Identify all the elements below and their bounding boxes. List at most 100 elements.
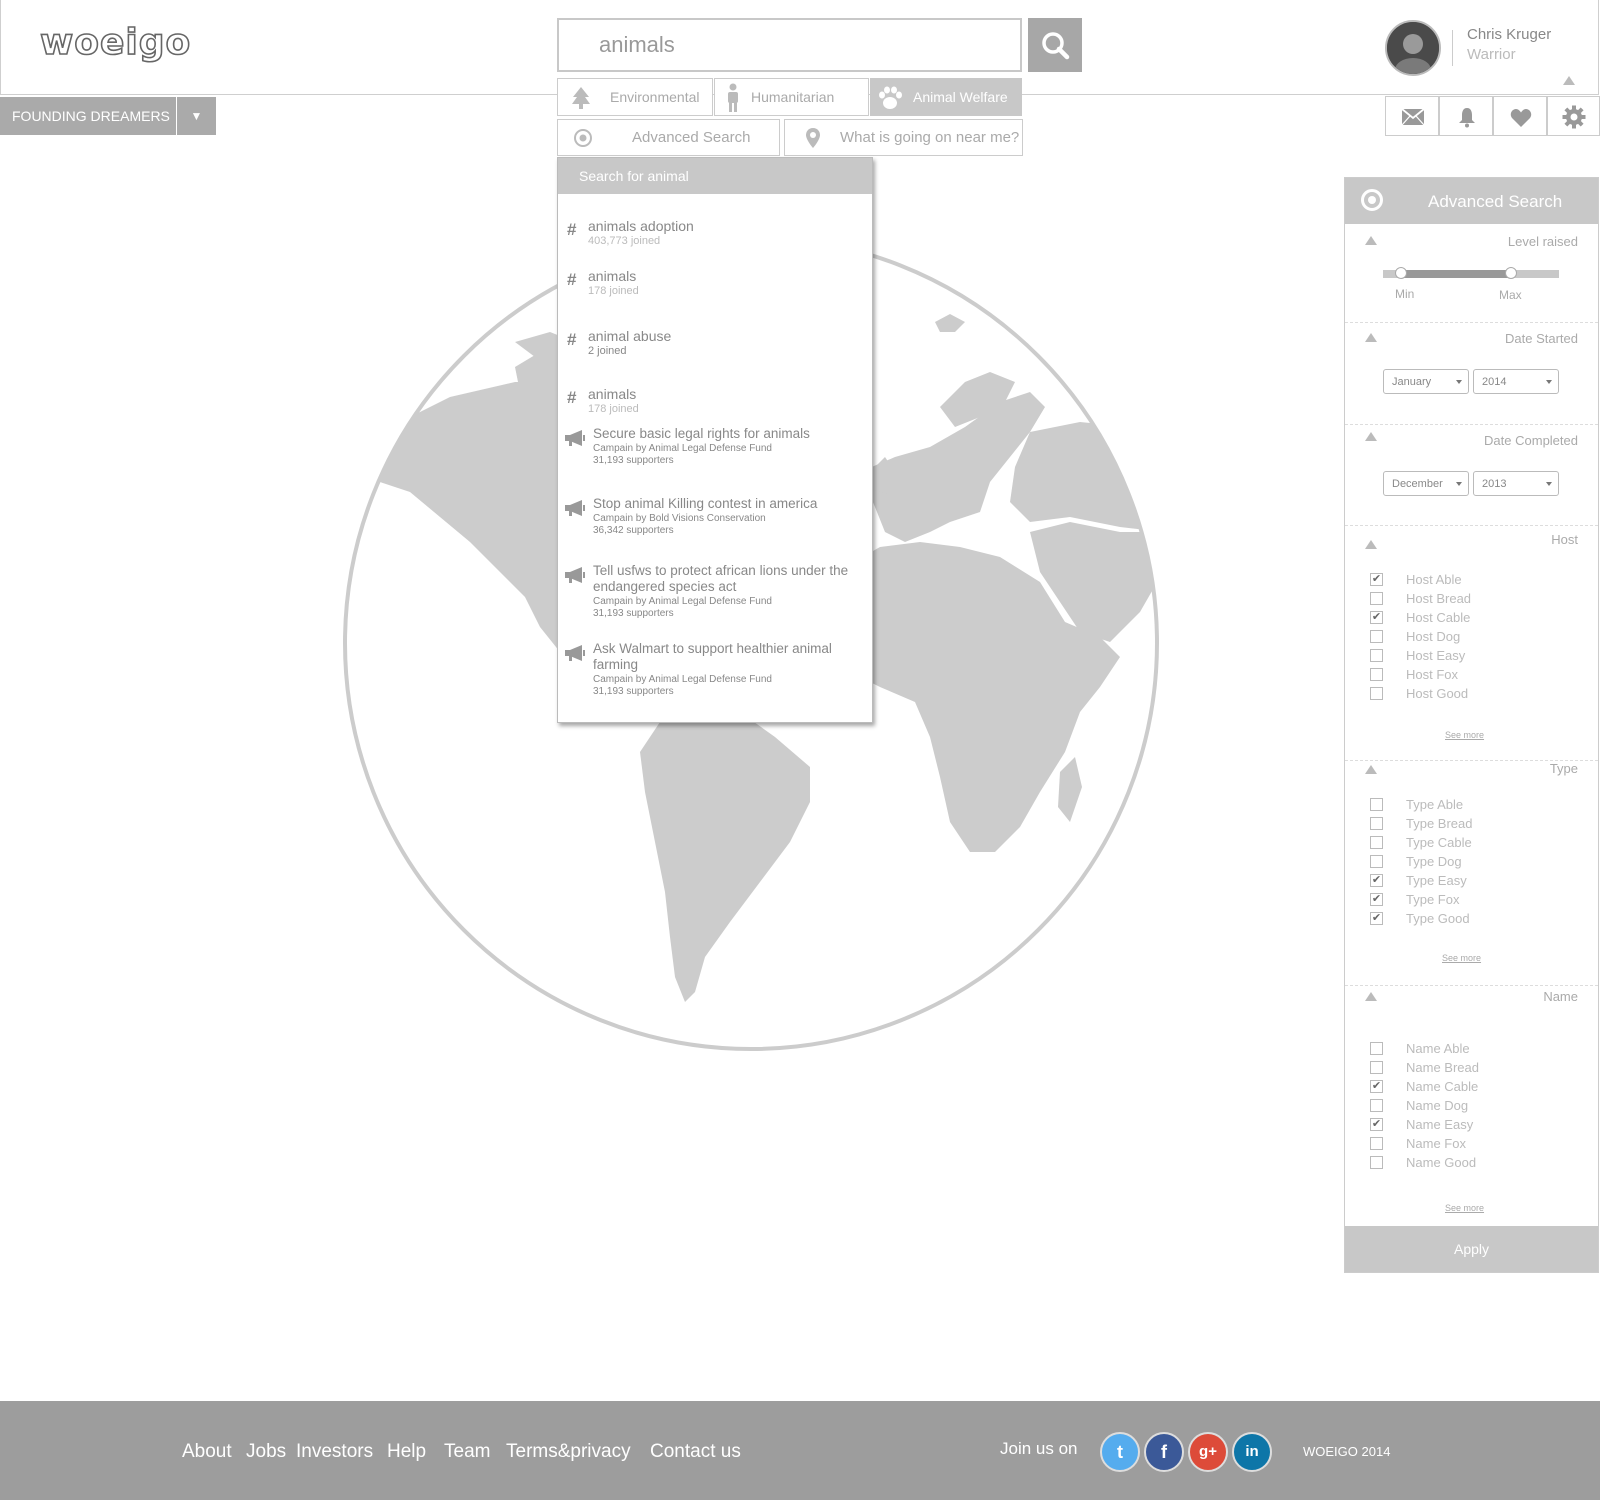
checkbox[interactable] [1370, 687, 1383, 700]
suggestion-tag[interactable]: # animal abuse 2 joined [558, 328, 872, 362]
date-completed-month-select[interactable]: December [1383, 471, 1469, 496]
checkbox[interactable] [1370, 836, 1383, 849]
megaphone-icon [565, 567, 585, 583]
suggestion-campaign[interactable]: Secure basic legal rights for animals Ca… [558, 426, 872, 476]
slider-min-handle[interactable] [1394, 267, 1407, 279]
logo[interactable]: woeigo [39, 21, 191, 64]
collapse-type-icon[interactable] [1365, 765, 1377, 774]
checkbox-checked[interactable]: ✔ [1370, 1080, 1383, 1093]
suggestion-campaign[interactable]: Tell usfws to protect african lions unde… [558, 563, 872, 623]
collapse-host-icon[interactable] [1365, 540, 1377, 549]
checkbox[interactable] [1370, 1042, 1383, 1055]
checkbox[interactable] [1370, 649, 1383, 662]
tab-humanitarian[interactable]: Humanitarian [714, 78, 869, 116]
tab-animal-welfare[interactable]: Animal Welfare [870, 78, 1022, 116]
checkbox[interactable] [1370, 592, 1383, 605]
google-plus-icon[interactable]: g+ [1188, 1432, 1228, 1472]
suggestion-tag[interactable]: # animals adoption 403,773 joined [558, 218, 872, 252]
near-me-button[interactable]: What is going on near me? [784, 119, 1023, 156]
suggestion-campaign[interactable]: Stop animal Killing contest in america C… [558, 496, 872, 546]
group-selector-arrow-icon[interactable]: ▼ [177, 97, 216, 135]
checkbox-checked[interactable]: ✔ [1370, 912, 1383, 925]
collapse-name-icon[interactable] [1365, 992, 1377, 1001]
checkbox[interactable] [1370, 1156, 1383, 1169]
hashtag-icon: # [567, 220, 577, 239]
host-see-more-link[interactable]: See more [1445, 730, 1484, 740]
footer-link-terms[interactable]: Terms&privacy [506, 1441, 631, 1463]
target-icon [1361, 189, 1383, 211]
campaign-by: Campain by Bold Visions Conservation [593, 513, 766, 524]
user-name[interactable]: Chris Kruger [1467, 26, 1551, 43]
group-selector[interactable]: FOUNDING DREAMERS [0, 97, 176, 135]
footer-link-about[interactable]: About [182, 1441, 232, 1463]
apply-button[interactable]: Apply [1345, 1226, 1598, 1272]
heart-icon [1510, 109, 1532, 127]
megaphone-icon [565, 645, 585, 661]
avatar[interactable] [1385, 20, 1441, 76]
collapse-date-completed-icon[interactable] [1365, 432, 1377, 441]
messages-button[interactable] [1385, 96, 1439, 136]
campaign-title: Stop animal Killing contest in america [593, 496, 818, 511]
gear-icon [1562, 105, 1586, 129]
search-button[interactable] [1028, 18, 1082, 72]
type-see-more-link[interactable]: See more [1442, 953, 1481, 963]
level-range-slider[interactable] [1383, 267, 1559, 280]
advanced-search-label: Advanced Search [632, 129, 751, 146]
footer-link-help[interactable]: Help [387, 1441, 426, 1463]
suggestions-heading[interactable]: Search for animal [558, 158, 872, 194]
advanced-search-button[interactable]: Advanced Search [557, 119, 780, 156]
checkbox[interactable] [1370, 1061, 1383, 1074]
footer-link-team[interactable]: Team [444, 1441, 490, 1463]
checkbox-checked[interactable]: ✔ [1370, 874, 1383, 887]
checkbox[interactable] [1370, 855, 1383, 868]
suggestion-tag[interactable]: # animals 178 joined [558, 268, 872, 302]
twitter-icon[interactable]: t [1100, 1432, 1140, 1472]
date-started-month-select[interactable]: January [1383, 369, 1469, 394]
asia [1010, 422, 1157, 532]
name-filter-label: Name Dog [1406, 1098, 1469, 1113]
type-filter-label: Type Dog [1406, 854, 1462, 869]
suggestion-tag[interactable]: # animals 178 joined [558, 386, 872, 420]
chevron-down-icon [1456, 380, 1462, 384]
facebook-icon[interactable]: f [1144, 1432, 1184, 1472]
footer-link-contact[interactable]: Contact us [650, 1441, 741, 1463]
footer-link-investors[interactable]: Investors [296, 1441, 373, 1463]
suggestion-joined: 2 joined [588, 345, 627, 357]
mail-icon [1401, 108, 1425, 126]
linkedin-icon[interactable]: in [1232, 1432, 1272, 1472]
settings-button[interactable] [1547, 96, 1600, 136]
collapse-level-icon[interactable] [1365, 236, 1377, 245]
collapse-date-started-icon[interactable] [1365, 333, 1377, 342]
date-completed-year-select[interactable]: 2013 [1473, 471, 1559, 496]
search-input[interactable]: animals [557, 18, 1022, 72]
campaign-title: Secure basic legal rights for animals [593, 426, 810, 441]
checkbox[interactable] [1370, 1099, 1383, 1112]
suggestion-title: animals adoption [588, 218, 694, 234]
collapse-arrow-icon[interactable] [1563, 76, 1575, 85]
checkbox-checked[interactable]: ✔ [1370, 611, 1383, 624]
name-see-more-link[interactable]: See more [1445, 1203, 1484, 1213]
date-started-year-select[interactable]: 2014 [1473, 369, 1559, 394]
suggestion-joined: 403,773 joined [588, 235, 661, 247]
type-title: Type [1549, 761, 1578, 776]
paw-icon [879, 86, 902, 109]
checkbox[interactable] [1370, 1137, 1383, 1150]
favorites-button[interactable] [1493, 96, 1547, 136]
campaign-by: Campain by Animal Legal Defense Fund [593, 674, 772, 685]
tab-environmental[interactable]: Environmental [557, 78, 713, 116]
type-filter-label: Type Able [1406, 797, 1464, 812]
checkbox-checked[interactable]: ✔ [1370, 1118, 1383, 1131]
suggestion-campaign[interactable]: Ask Walmart to support healthier animal … [558, 641, 872, 701]
checkbox[interactable] [1370, 817, 1383, 830]
footer-link-jobs[interactable]: Jobs [246, 1441, 286, 1463]
checkbox-checked[interactable]: ✔ [1370, 573, 1383, 586]
checkbox[interactable] [1370, 668, 1383, 681]
checkbox-checked[interactable]: ✔ [1370, 893, 1383, 906]
notifications-button[interactable] [1439, 96, 1493, 136]
group-selector-label: FOUNDING DREAMERS [12, 108, 170, 124]
suggestions-heading-label: Search for animal [579, 168, 689, 184]
checkbox[interactable] [1370, 798, 1383, 811]
campaign-supporters: 31,193 supporters [593, 455, 674, 466]
campaign-supporters: 31,193 supporters [593, 686, 674, 697]
checkbox[interactable] [1370, 630, 1383, 643]
